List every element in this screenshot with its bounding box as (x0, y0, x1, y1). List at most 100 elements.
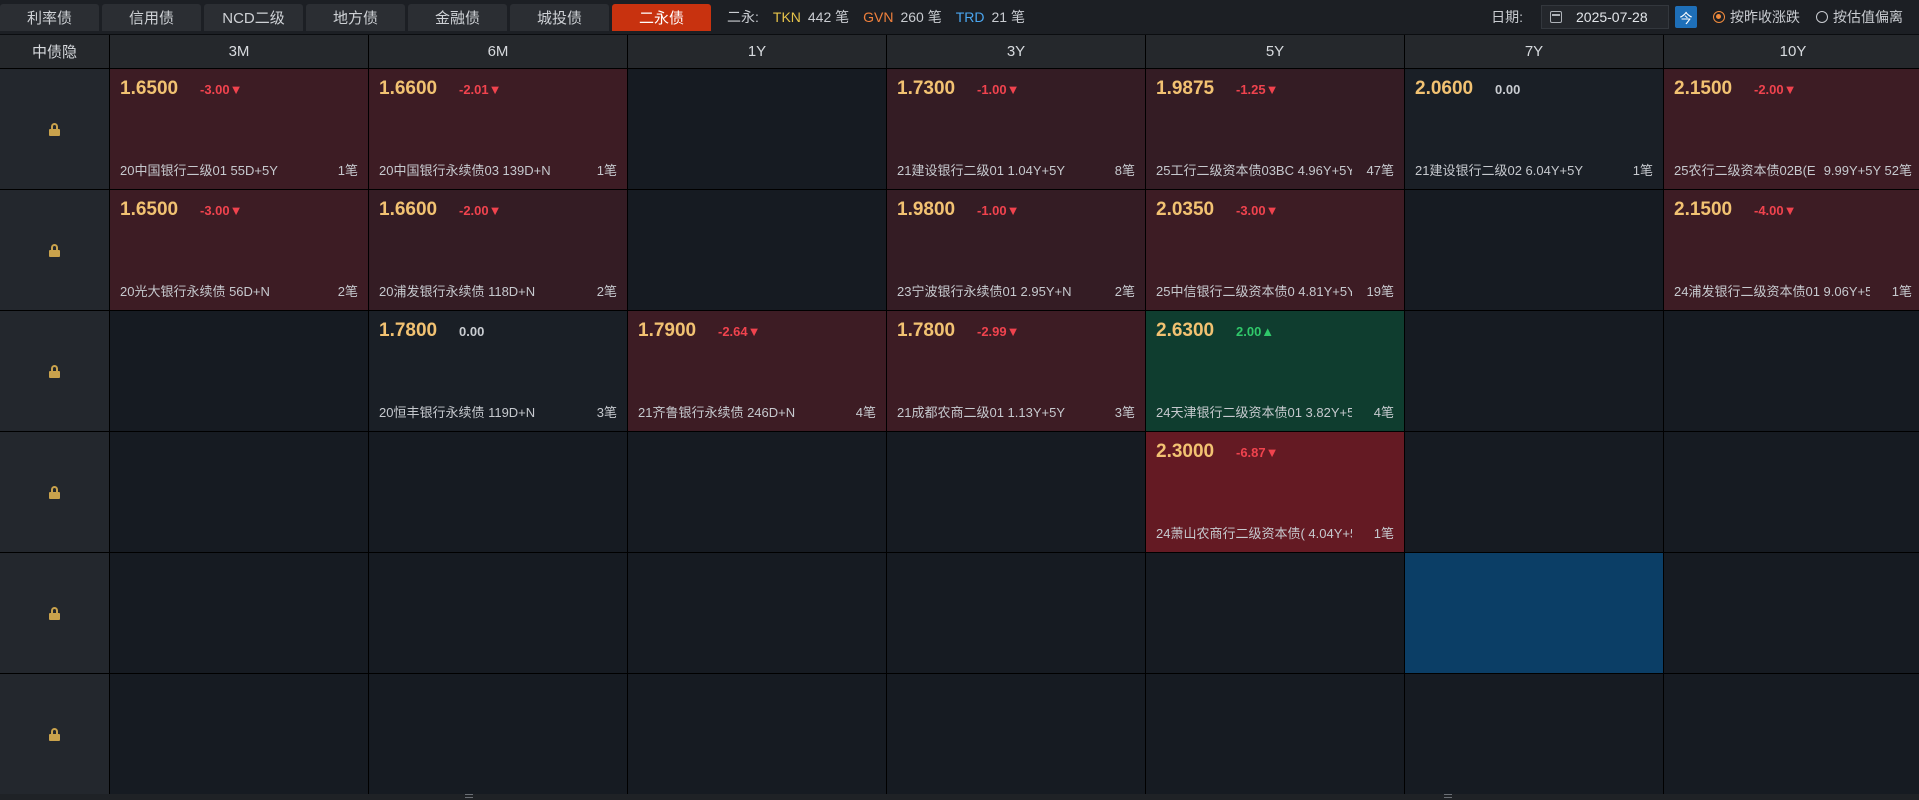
empty-cell[interactable] (1405, 553, 1663, 673)
lock-icon[interactable] (49, 243, 60, 257)
quote-yield: 1.6600 (379, 199, 438, 220)
empty-cell[interactable] (110, 674, 368, 794)
top-toolbar: 利率债 信用债 NCD二级 地方债 金融债 城投债 二永债 二永: TKN 44… (0, 0, 1919, 35)
radio-valuation-label[interactable]: 按估值偏离 (1833, 7, 1903, 27)
trade-count: 9.99Y+5Y 52笔 (1823, 163, 1912, 178)
quote-cell[interactable]: 1.6600 -2.01▼ 20中国银行永续债03 139D+N 1笔 (369, 69, 627, 189)
quote-cell[interactable]: 2.0350 -3.00▼ 25中信银行二级资本债0 4.81Y+5Y 19笔 (1146, 190, 1404, 310)
quote-cell[interactable]: 1.7800 0.00 20恒丰银行永续债 119D+N 3笔 (369, 311, 627, 431)
empty-cell[interactable] (628, 553, 886, 673)
empty-cell[interactable] (110, 432, 368, 552)
calendar-icon[interactable] (1550, 11, 1562, 23)
row-lock-cell[interactable] (0, 553, 109, 673)
empty-cell[interactable] (1146, 674, 1404, 794)
quote-cell[interactable]: 1.7300 -1.00▼ 21建设银行二级01 1.04Y+5Y 8笔 (887, 69, 1145, 189)
empty-cell[interactable] (887, 553, 1145, 673)
quote-matrix: 中债隐 3M 6M 1Y 3Y 5Y 7Y 10Y 1.6500 -3.00▼ 20… (0, 35, 1919, 794)
empty-cell[interactable] (1405, 311, 1663, 431)
quote-yield: 1.7300 (897, 78, 956, 99)
today-button[interactable]: 今 (1675, 6, 1697, 28)
quote-cell[interactable]: 1.9875 -1.25▼ 25工行二级资本债03BC 4.96Y+5Y 47笔 (1146, 69, 1404, 189)
resize-grip-icon[interactable] (465, 794, 473, 798)
trade-count: 3笔 (1114, 405, 1135, 420)
header-implied-rating[interactable]: 中债隐 (0, 35, 109, 68)
row-lock-cell[interactable] (0, 69, 109, 189)
quote-cell[interactable]: 1.6500 -3.00▼ 20光大银行永续债 56D+N 2笔 (110, 190, 368, 310)
empty-cell[interactable] (110, 553, 368, 673)
radio-prev-close-label[interactable]: 按昨收涨跌 (1730, 7, 1800, 27)
trade-count: 19笔 (1366, 284, 1394, 299)
date-value[interactable]: 2025-07-28 (1576, 9, 1648, 25)
empty-cell[interactable] (1664, 674, 1919, 794)
empty-cell[interactable] (1664, 432, 1919, 552)
bottom-resize-bar (0, 794, 1919, 800)
date-controls: 日期: 2025-07-28 今 按昨收涨跌 按估值偏离 (1491, 0, 1919, 34)
quote-cell[interactable]: 2.3000 -6.87▼ 24萧山农商行二级资本债( 4.04Y+5Y 1笔 (1146, 432, 1404, 552)
row-lock-cell[interactable] (0, 674, 109, 794)
empty-cell[interactable] (628, 69, 886, 189)
quote-change: -1.25▼ (1236, 82, 1279, 97)
date-picker[interactable]: 2025-07-28 (1541, 5, 1669, 29)
radio-unselected-icon[interactable] (1816, 11, 1828, 23)
empty-cell[interactable] (887, 432, 1145, 552)
lock-icon[interactable] (49, 364, 60, 378)
bond-name: 21建设银行二级02 6.04Y+5Y (1415, 163, 1583, 178)
empty-cell[interactable] (110, 311, 368, 431)
tab-urban-invest[interactable]: 城投债 (510, 4, 609, 31)
empty-cell[interactable] (369, 432, 627, 552)
tab-local-gov[interactable]: 地方债 (306, 4, 405, 31)
quote-yield: 2.0350 (1156, 199, 1215, 220)
category-tabs: 利率债 信用债 NCD二级 地方债 金融债 城投债 二永债 (0, 4, 714, 32)
empty-cell[interactable] (887, 674, 1145, 794)
header-tenor-5y: 5Y (1146, 35, 1404, 68)
tab-tier2-perpetual[interactable]: 二永债 (612, 4, 711, 31)
empty-cell[interactable] (628, 190, 886, 310)
quote-cell[interactable]: 2.1500 -4.00▼ 24浦发银行二级资本债01 9.06Y+5Y 1笔 (1664, 190, 1919, 310)
row-lock-cell[interactable] (0, 432, 109, 552)
quote-cell[interactable]: 1.7900 -2.64▼ 21齐鲁银行永续债 246D+N 4笔 (628, 311, 886, 431)
quote-cell[interactable]: 1.6600 -2.00▼ 20浦发银行永续债 118D+N 2笔 (369, 190, 627, 310)
empty-cell[interactable] (1405, 432, 1663, 552)
quote-cell[interactable]: 2.6300 2.00▲ 24天津银行二级资本债01 3.82Y+5Y 4笔 (1146, 311, 1404, 431)
resize-grip-icon[interactable] (1444, 794, 1452, 798)
quote-cell[interactable]: 2.0600 0.00 21建设银行二级02 6.04Y+5Y 1笔 (1405, 69, 1663, 189)
row-lock-cell[interactable] (0, 190, 109, 310)
lock-icon[interactable] (49, 727, 60, 741)
radio-prev-close-change[interactable]: 按昨收涨跌 (1713, 7, 1800, 27)
lock-icon[interactable] (49, 122, 60, 136)
summary-gvn-count: 260 笔 (900, 9, 942, 25)
summary-label: 二永: (727, 9, 759, 25)
quote-cell[interactable]: 1.7800 -2.99▼ 21成都农商二级01 1.13Y+5Y 3笔 (887, 311, 1145, 431)
quote-cell[interactable]: 1.6500 -3.00▼ 20中国银行二级01 55D+5Y 1笔 (110, 69, 368, 189)
empty-cell[interactable] (1405, 674, 1663, 794)
quote-yield: 2.1500 (1674, 199, 1733, 220)
quote-yield: 2.1500 (1674, 78, 1733, 99)
empty-cell[interactable] (369, 553, 627, 673)
tab-financial[interactable]: 金融债 (408, 4, 507, 31)
lock-icon[interactable] (49, 485, 60, 499)
quote-change: -2.01▼ (459, 82, 502, 97)
empty-cell[interactable] (628, 432, 886, 552)
quote-cell[interactable]: 2.1500 -2.00▼ 25农行二级资本债02B(E 9.99Y+5Y 52笔 (1664, 69, 1919, 189)
quote-change: -3.00▼ (200, 203, 243, 218)
lock-icon[interactable] (49, 606, 60, 620)
bond-name: 20中国银行二级01 55D+5Y (120, 163, 278, 178)
tab-credit[interactable]: 信用债 (102, 4, 201, 31)
empty-cell[interactable] (369, 674, 627, 794)
trade-count: 3笔 (596, 405, 617, 420)
empty-cell[interactable] (628, 674, 886, 794)
empty-cell[interactable] (1146, 553, 1404, 673)
quote-change: -1.00▼ (977, 203, 1020, 218)
quote-change: -1.00▼ (977, 82, 1020, 97)
empty-cell[interactable] (1664, 553, 1919, 673)
radio-valuation-deviation[interactable]: 按估值偏离 (1816, 7, 1903, 27)
radio-selected-icon[interactable] (1713, 11, 1725, 23)
quote-cell[interactable]: 1.9800 -1.00▼ 23宁波银行永续债01 2.95Y+N 2笔 (887, 190, 1145, 310)
tab-ncd-secondary[interactable]: NCD二级 (204, 4, 303, 31)
summary-tkn-code: TKN (772, 9, 801, 25)
empty-cell[interactable] (1405, 190, 1663, 310)
row-lock-cell[interactable] (0, 311, 109, 431)
summary-gvn-code: GVN (863, 9, 894, 25)
empty-cell[interactable] (1664, 311, 1919, 431)
tab-rates[interactable]: 利率债 (0, 4, 99, 31)
